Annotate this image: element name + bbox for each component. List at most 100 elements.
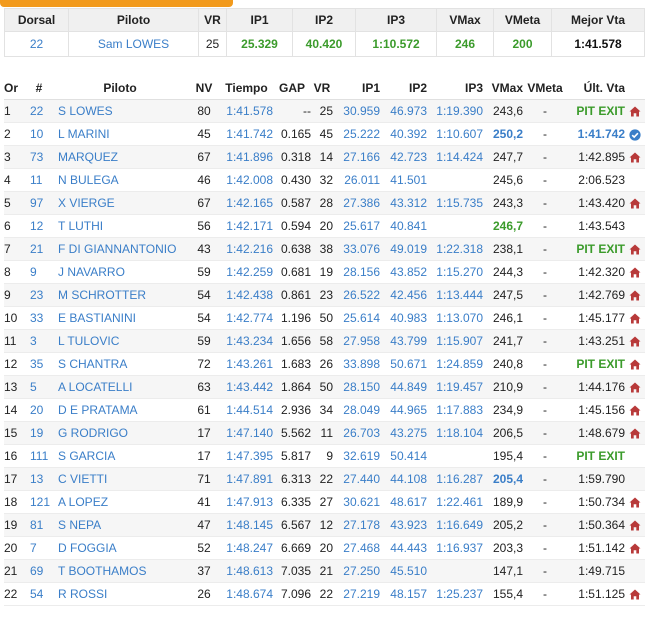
- header-gap[interactable]: GAP: [273, 77, 311, 100]
- standings-row[interactable]: 17 13 C VIETTI 71 1:47.891 6.313 22 27.440 44.10…: [4, 467, 645, 491]
- cell-rider-name[interactable]: S CHANTRA: [52, 352, 188, 376]
- cell-rider-name[interactable]: MARQUEZ: [52, 145, 188, 169]
- cell-rider-number[interactable]: 23: [26, 283, 52, 307]
- cell-rider-name[interactable]: R ROSSI: [52, 582, 188, 606]
- standings-row[interactable]: 19 81 S NEPA 47 1:48.145 6.567 12 27.178 43.923 1…: [4, 513, 645, 537]
- cell-or: 14: [4, 398, 26, 422]
- cell-rider-number[interactable]: 9: [26, 260, 52, 284]
- cell-ip3: 1:10.607: [427, 122, 483, 146]
- standings-row[interactable]: 16 111 S GARCIA 17 1:47.395 5.817 9 32.619 50.41…: [4, 444, 645, 468]
- header-ip1[interactable]: IP1: [333, 77, 380, 100]
- cell-rider-name[interactable]: A LOCATELLI: [52, 375, 188, 399]
- standings-row[interactable]: 1 22 S LOWES 80 1:41.578 -- 25 30.959 46.973 1:19…: [4, 99, 645, 123]
- cell-rider-name[interactable]: G RODRIGO: [52, 421, 188, 445]
- standings-row[interactable]: 10 33 E BASTIANINI 54 1:42.774 1.196 50 25.614 4…: [4, 306, 645, 330]
- header-ip2[interactable]: IP2: [380, 77, 427, 100]
- cell-rider-name[interactable]: E BASTIANINI: [52, 306, 188, 330]
- cell-rider-name[interactable]: X VIERGE: [52, 191, 188, 215]
- cell-rider-number[interactable]: 19: [26, 421, 52, 445]
- cell-ip2: 41.501: [380, 168, 427, 192]
- cell-rider-number[interactable]: 73: [26, 145, 52, 169]
- cell-vmeta: -: [523, 582, 567, 606]
- standings-row[interactable]: 13 5 A LOCATELLI 63 1:43.442 1.864 50 28.150 44.…: [4, 375, 645, 399]
- cell-rider-number[interactable]: 7: [26, 536, 52, 560]
- header-nv[interactable]: NV: [188, 77, 220, 100]
- cell-rider-name[interactable]: L TULOVIC: [52, 329, 188, 353]
- standings-row[interactable]: 3 73 MARQUEZ 67 1:41.896 0.318 14 27.166 42.723 1…: [4, 145, 645, 169]
- cell-ip2: 40.392: [380, 122, 427, 146]
- cell-rider-name[interactable]: M SCHROTTER: [52, 283, 188, 307]
- standings-row[interactable]: 4 11 N BULEGA 46 1:42.008 0.430 32 26.011 41.501…: [4, 168, 645, 192]
- cell-rider-number[interactable]: 97: [26, 191, 52, 215]
- cell-rider-name[interactable]: S GARCIA: [52, 444, 188, 468]
- cell-rider-name[interactable]: D FOGGIA: [52, 536, 188, 560]
- standings-row[interactable]: 15 19 G RODRIGO 17 1:47.140 5.562 11 26.703 43.2…: [4, 421, 645, 445]
- standings-row[interactable]: 6 12 T LUTHI 56 1:42.171 0.594 20 25.617 40.841 2…: [4, 214, 645, 238]
- cell-time: 1:47.140: [220, 421, 273, 445]
- cell-ip1: 33.076: [333, 237, 380, 261]
- standings-row[interactable]: 22 54 R ROSSI 26 1:48.674 7.096 22 27.219 48.157…: [4, 582, 645, 606]
- header-or[interactable]: Or: [4, 77, 26, 100]
- header-piloto[interactable]: Piloto: [52, 77, 188, 100]
- cell-ip3: 1:25.237: [427, 582, 483, 606]
- cell-rider-name[interactable]: S LOWES: [52, 99, 188, 123]
- standings-row[interactable]: 20 7 D FOGGIA 52 1:48.247 6.669 20 27.468 44.443…: [4, 536, 645, 560]
- standings-row[interactable]: 9 23 M SCHROTTER 54 1:42.438 0.861 23 26.522 42.…: [4, 283, 645, 307]
- cell-rider-number[interactable]: 21: [26, 237, 52, 261]
- standings-row[interactable]: 18 121 A LOPEZ 41 1:47.913 6.335 27 30.621 48.61…: [4, 490, 645, 514]
- standings-row[interactable]: 2 10 L MARINI 45 1:41.742 0.165 45 25.222 40.392…: [4, 122, 645, 146]
- cell-rider-number[interactable]: 69: [26, 559, 52, 583]
- cell-rider-name[interactable]: S NEPA: [52, 513, 188, 537]
- cell-status-icon: [625, 329, 645, 353]
- cell-status-icon: [625, 99, 645, 123]
- summary-dorsal[interactable]: 22: [4, 31, 69, 57]
- cell-or: 15: [4, 421, 26, 445]
- header-ip3[interactable]: IP3: [427, 77, 483, 100]
- summary-header-vr: VR: [198, 8, 227, 32]
- header-tiempo[interactable]: Tiempo: [220, 77, 273, 100]
- header-number[interactable]: #: [26, 77, 52, 100]
- cell-rider-number[interactable]: 121: [26, 490, 52, 514]
- cell-nv: 59: [188, 329, 220, 353]
- cell-rider-number[interactable]: 54: [26, 582, 52, 606]
- cell-rider-name[interactable]: C VIETTI: [52, 467, 188, 491]
- home-icon: [629, 106, 641, 117]
- summary-rider-name[interactable]: Sam LOWES: [68, 31, 199, 57]
- cell-rider-name[interactable]: T LUTHI: [52, 214, 188, 238]
- standings-row[interactable]: 7 21 F DI GIANNANTONIO 43 1:42.216 0.638 38 33.…: [4, 237, 645, 261]
- cell-rider-number[interactable]: 111: [26, 444, 52, 468]
- cell-vmax: 147,1: [483, 559, 523, 583]
- header-vmax[interactable]: VMax: [483, 77, 523, 100]
- cell-rider-name[interactable]: F DI GIANNANTONIO: [52, 237, 188, 261]
- cell-rider-number[interactable]: 11: [26, 168, 52, 192]
- standings-row[interactable]: 11 3 L TULOVIC 59 1:43.234 1.656 58 27.958 43.79…: [4, 329, 645, 353]
- cell-rider-number[interactable]: 35: [26, 352, 52, 376]
- cell-rider-name[interactable]: J NAVARRO: [52, 260, 188, 284]
- cell-rider-number[interactable]: 12: [26, 214, 52, 238]
- standings-row[interactable]: 5 97 X VIERGE 67 1:42.165 0.587 28 27.386 43.312…: [4, 191, 645, 215]
- standings-row[interactable]: 14 20 D E PRATAMA 61 1:44.514 2.936 34 28.049 44…: [4, 398, 645, 422]
- cell-rider-number[interactable]: 10: [26, 122, 52, 146]
- cell-rider-number[interactable]: 13: [26, 467, 52, 491]
- cell-rider-number[interactable]: 81: [26, 513, 52, 537]
- standings-row[interactable]: 12 35 S CHANTRA 72 1:43.261 1.683 26 33.898 50.6…: [4, 352, 645, 376]
- cell-rider-number[interactable]: 3: [26, 329, 52, 353]
- cell-rider-number[interactable]: 5: [26, 375, 52, 399]
- cell-rider-name[interactable]: A LOPEZ: [52, 490, 188, 514]
- cell-time: 1:43.261: [220, 352, 273, 376]
- rider-summary-table: Dorsal Piloto VR IP1 IP2 IP3 VMax VMeta …: [4, 8, 645, 57]
- cell-last-lap: 1:42.320: [567, 260, 625, 284]
- header-vr[interactable]: VR: [311, 77, 333, 100]
- summary-vmeta: 200: [493, 31, 552, 57]
- cell-rider-number[interactable]: 20: [26, 398, 52, 422]
- cell-rider-name[interactable]: D E PRATAMA: [52, 398, 188, 422]
- cell-rider-name[interactable]: L MARINI: [52, 122, 188, 146]
- cell-rider-name[interactable]: T BOOTHAMOS: [52, 559, 188, 583]
- cell-rider-number[interactable]: 22: [26, 99, 52, 123]
- header-vmeta[interactable]: VMeta: [523, 77, 567, 100]
- standings-row[interactable]: 89J NAVARRO 59 1:42.259 0.681 19 28.156 43.852…: [4, 260, 645, 284]
- cell-rider-name[interactable]: N BULEGA: [52, 168, 188, 192]
- cell-rider-number[interactable]: 33: [26, 306, 52, 330]
- header-last-lap[interactable]: Últ. Vta: [567, 77, 625, 100]
- standings-row[interactable]: 21 69 T BOOTHAMOS 37 1:48.613 7.035 21 27.250 45…: [4, 559, 645, 583]
